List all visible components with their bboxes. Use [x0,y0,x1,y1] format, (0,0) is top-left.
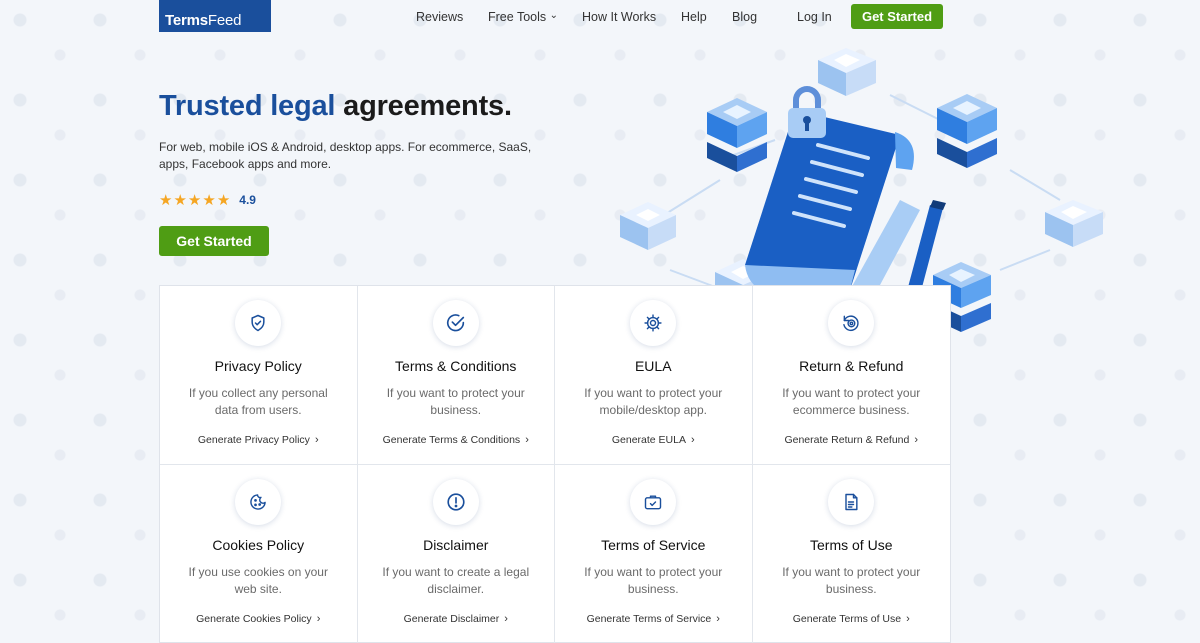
card-title: Terms & Conditions [395,358,517,374]
star-icon: ★ [187,192,202,209]
chevron-right-icon: › [316,613,321,625]
gear-icon [630,300,677,346]
generate-disclaimer-link[interactable]: Generate Disclaimer › [358,613,555,625]
cookie-icon [235,479,282,525]
card-cookies-policy[interactable]: Cookies Policy If you use cookies on you… [160,465,358,643]
header-get-started-button[interactable]: Get Started [851,4,943,29]
star-icon: ★ [202,192,216,209]
card-disclaimer[interactable]: Disclaimer If you want to create a legal… [358,465,555,643]
nav-help[interactable]: Help [681,10,707,24]
rating: ★ ★ ★ ★ ★ 4.9 [159,191,256,209]
nav-blog[interactable]: Blog [732,10,757,24]
chevron-right-icon: › [914,434,919,446]
alert-icon [432,479,479,525]
chevron-right-icon: › [314,434,319,446]
star-icon: ★ [173,192,187,209]
refund-icon [828,300,875,346]
card-description: If you want to protect your business. [584,565,723,596]
card-title: Cookies Policy [212,537,305,553]
generate-terms-of-service-link[interactable]: Generate Terms of Service › [555,613,752,625]
card-title: Terms of Use [810,537,893,553]
card-terms-of-use[interactable]: Terms of Use If you want to protect your… [753,465,951,643]
chevron-right-icon: › [716,613,720,625]
nav-how-it-works[interactable]: How It Works [582,10,656,24]
card-terms-of-service[interactable]: Terms of Service If you want to protect … [555,465,753,643]
lock-icon [788,86,826,138]
card-description: If you collect any personal data from us… [188,386,328,417]
cube-icon [1045,200,1103,247]
document-icon [828,479,875,525]
cube-icon [620,202,676,250]
generate-privacy-policy-link[interactable]: Generate Privacy Policy › [160,434,357,446]
card-description: If you want to protect your mobile/deskt… [584,386,723,417]
card-description: If you want to protect your ecommerce bu… [782,386,921,417]
stacked-cubes-icon [707,98,767,172]
card-title: Privacy Policy [214,358,302,374]
card-return-refund[interactable]: Return & Refund If you want to protect y… [752,286,951,465]
chevron-right-icon: › [690,434,695,446]
card-title: Disclaimer [423,537,489,553]
card-privacy-policy[interactable]: Privacy Policy If you collect any person… [160,286,358,465]
chevron-down-icon: ⌄ [549,10,559,21]
card-title: EULA [634,358,672,374]
card-description: If you use cookies on your web site. [188,565,328,596]
scroll-document-icon [745,110,920,295]
chevron-right-icon: › [525,434,529,446]
check-circle-icon [432,300,479,346]
card-description: If you want to create a legal disclaimer… [382,565,530,596]
hero-title: Trusted legal agreements. [159,90,512,122]
stacked-cubes-icon [937,94,997,168]
star-icon: ★ [216,192,231,209]
generate-return-refund-link[interactable]: Generate Return & Refund › [753,434,951,446]
card-title: Terms of Service [601,537,706,553]
generate-cookies-policy-link[interactable]: Generate Cookies Policy › [160,613,357,625]
hero-get-started-button[interactable]: Get Started [159,226,269,256]
card-description: If you want to protect your business. [782,565,921,596]
generate-terms-of-use-link[interactable]: Generate Terms of Use › [753,613,951,625]
chevron-right-icon: › [504,613,508,625]
chevron-right-icon: › [906,613,910,625]
nav-reviews[interactable]: Reviews [416,10,463,24]
cube-icon [818,48,876,96]
generate-eula-link[interactable]: Generate EULA › [555,434,752,446]
briefcase-icon [630,479,677,525]
card-title: Return & Refund [799,358,904,374]
termsfeed-logo[interactable]: Terms Feed [159,0,271,32]
agreements-grid: Privacy Policy If you collect any person… [159,285,951,643]
nav-free-tools[interactable]: Free Tools ⌄ [488,10,558,24]
hero-subtitle: For web, mobile iOS & Android, desktop a… [159,140,532,171]
shield-check-icon [235,300,282,346]
nav-log-in[interactable]: Log In [797,10,832,24]
generate-terms-conditions-link[interactable]: Generate Terms & Conditions › [358,434,555,446]
star-icon: ★ [159,192,173,209]
card-eula[interactable]: EULA If you want to protect your mobile/… [555,286,753,465]
card-description: If you want to protect your business. [386,386,525,417]
rating-value: 4.9 [239,193,256,207]
site-header: Terms Feed Reviews Free Tools ⌄ How It Wo… [0,0,1200,34]
card-terms-conditions[interactable]: Terms & Conditions If you want to protec… [357,286,555,465]
